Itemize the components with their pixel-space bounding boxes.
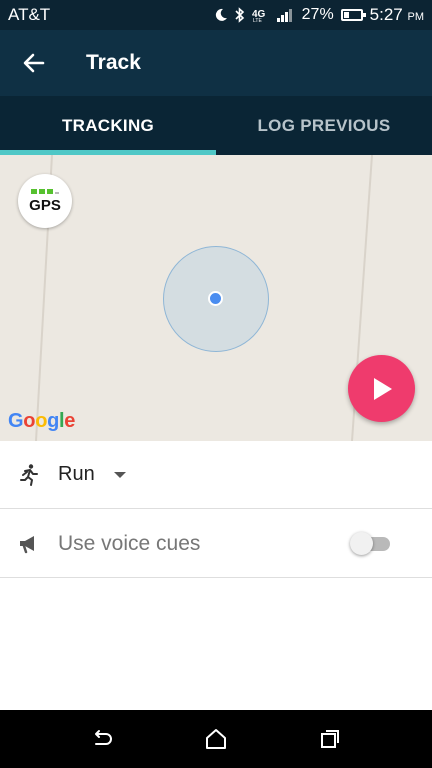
tab-log-previous[interactable]: LOG PREVIOUS	[216, 96, 432, 155]
recents-nav-icon[interactable]	[314, 723, 346, 755]
voice-cues-toggle[interactable]	[350, 531, 390, 555]
gps-label: GPS	[29, 196, 61, 214]
app-bar: Track	[0, 30, 432, 96]
clock-time: 5:27	[369, 5, 403, 24]
status-bar: AT&T 4G LTE 27% 5:27 PM	[0, 0, 432, 30]
tab-bar: TRACKING LOG PREVIOUS	[0, 96, 432, 155]
tab-tracking[interactable]: TRACKING	[0, 96, 216, 155]
carrier-label: AT&T	[8, 5, 51, 24]
toggle-knob	[350, 531, 373, 555]
system-nav-bar	[0, 710, 432, 768]
gps-status-badge: GPS	[18, 174, 72, 228]
voice-cues-row: Use voice cues	[0, 510, 432, 578]
google-attribution: Google	[8, 410, 76, 432]
play-icon	[373, 377, 392, 400]
current-location-dot	[208, 291, 223, 306]
battery-percent: 27%	[301, 6, 334, 23]
gps-signal-icon	[31, 188, 59, 194]
back-nav-icon[interactable]	[86, 723, 118, 755]
battery-level	[343, 12, 349, 18]
start-tracking-button[interactable]	[348, 355, 415, 422]
moon-icon	[214, 8, 228, 22]
bluetooth-icon	[235, 7, 245, 23]
map-view[interactable]: GPS Google	[0, 155, 432, 441]
activity-label: Run	[58, 463, 95, 485]
battery-icon	[340, 9, 366, 21]
clock-suffix: PM	[407, 11, 425, 23]
page-title: Track	[86, 51, 141, 74]
status-icons: 4G LTE 27% 5:27 PM	[214, 5, 424, 25]
chevron-down-icon	[113, 471, 126, 478]
voice-cues-label: Use voice cues	[58, 531, 201, 555]
back-button[interactable]	[0, 30, 68, 96]
home-nav-icon[interactable]	[200, 723, 232, 755]
signal-icon	[276, 8, 295, 22]
megaphone-icon	[0, 533, 58, 555]
running-person-icon	[0, 463, 58, 487]
4g-lte-icon: 4G LTE	[252, 7, 270, 23]
arrow-left-icon	[23, 53, 45, 73]
svg-text:LTE: LTE	[253, 18, 262, 23]
activity-selector[interactable]: Run	[0, 441, 432, 509]
clock: 5:27 PM	[370, 5, 424, 25]
